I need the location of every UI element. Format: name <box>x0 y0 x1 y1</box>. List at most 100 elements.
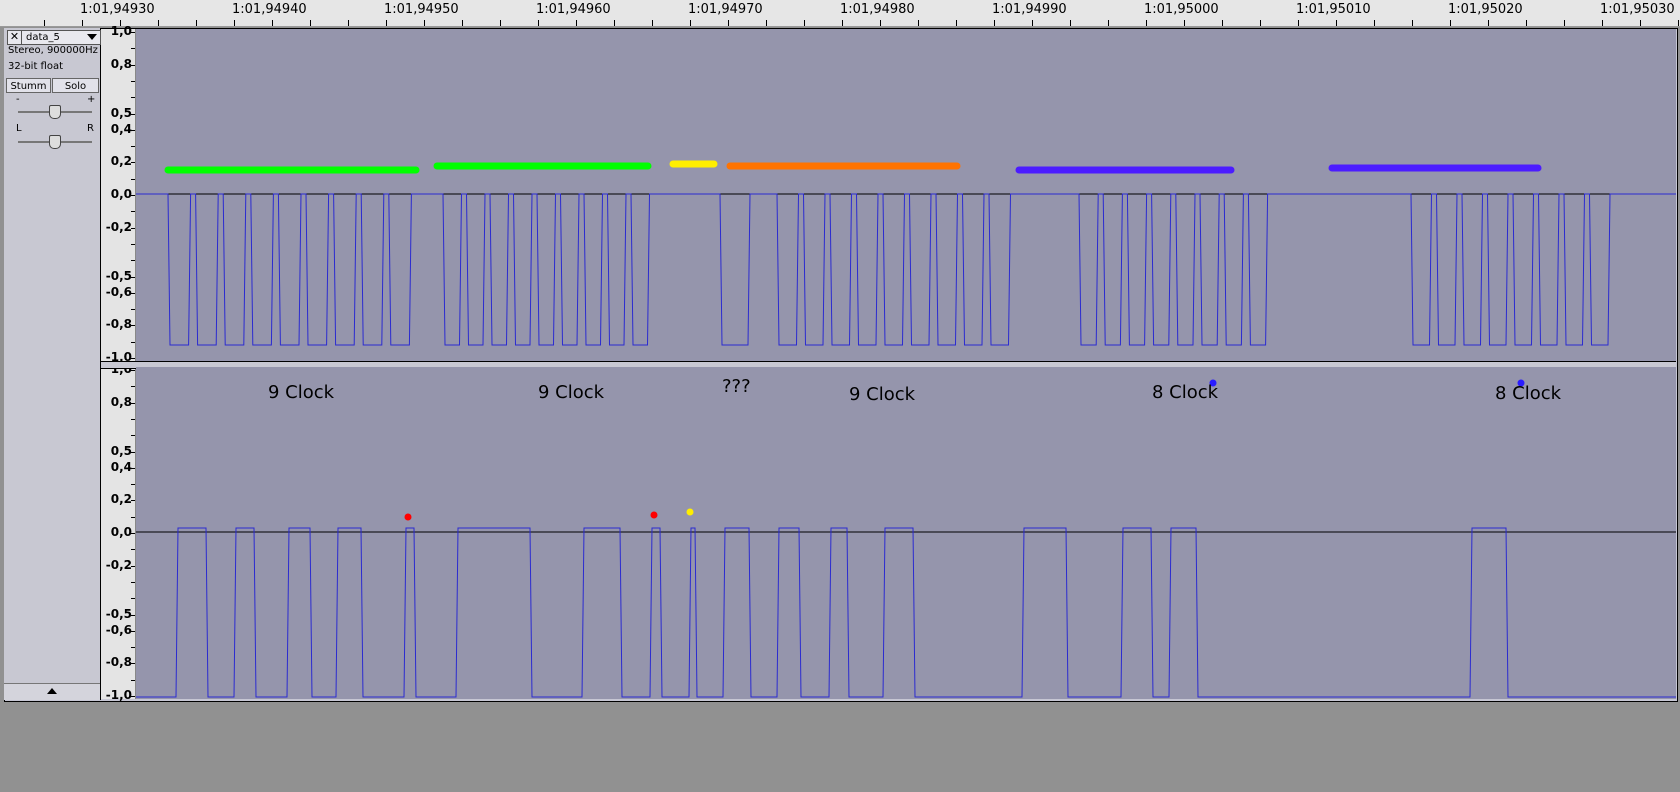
collapse-track-button[interactable] <box>4 683 100 700</box>
annotation-clock-2: 9 Clock <box>538 382 605 403</box>
ruler-tick <box>1336 20 1337 26</box>
ruler-tick <box>1108 20 1109 26</box>
amplitude-tick <box>131 211 135 213</box>
amplitude-label: -0,6 <box>105 622 132 637</box>
waveform-channel-left[interactable] <box>136 29 1676 361</box>
amplitude-label: -0,5 <box>105 268 132 283</box>
ruler-time-label: 1:01,94950 <box>384 2 459 17</box>
pan-right-label: R <box>87 123 94 134</box>
chevron-down-icon <box>87 34 97 40</box>
ruler-tick <box>1564 20 1565 26</box>
timeline-ruler[interactable]: 1:01,94930 1:01,94940 1:01,94950 1:01,94960… <box>0 0 1680 27</box>
marker-dot <box>650 511 658 519</box>
amplitude-label: 0,2 <box>110 154 132 169</box>
ruler-tick <box>196 20 197 26</box>
track-name: data_5 <box>26 32 60 43</box>
mute-button[interactable]: Stumm <box>6 78 51 93</box>
marker-dot <box>404 513 412 521</box>
amplitude-label: -0,2 <box>105 219 132 234</box>
amplitude-tick <box>131 500 135 502</box>
ruler-tick <box>652 20 653 26</box>
ruler-tick <box>1222 20 1223 26</box>
amplitude-label: -0,5 <box>105 606 132 621</box>
ruler-tick <box>1070 20 1071 26</box>
ruler-time-label: 1:01,94960 <box>536 2 611 17</box>
ruler-tick <box>348 20 349 26</box>
amplitude-tick <box>131 630 135 632</box>
ruler-tick <box>1412 20 1413 26</box>
amplitude-tick <box>131 292 135 294</box>
waveform-channel-right[interactable]: 9 Clock 9 Clock ??? 9 Clock 8 Clock 8 Cl… <box>136 367 1676 699</box>
amplitude-tick <box>131 663 135 665</box>
amplitude-tick <box>131 48 135 50</box>
amplitude-label: 0,5 <box>110 105 132 120</box>
ruler-tick <box>310 20 311 26</box>
ruler-tick <box>82 20 83 26</box>
amplitude-tick <box>131 358 135 359</box>
amplitude-tick <box>131 129 135 131</box>
amplitude-tick <box>131 467 135 469</box>
track-name-menu-button[interactable]: data_5 <box>21 30 101 45</box>
ruler-tick <box>386 20 387 26</box>
ruler-time-label: 1:01,95030 <box>1600 2 1675 17</box>
amplitude-tick <box>131 146 135 148</box>
amplitude-tick <box>131 97 135 99</box>
ruler-time-label: 1:01,94970 <box>688 2 763 17</box>
ruler-tick <box>234 20 235 26</box>
amplitude-tick <box>131 162 135 164</box>
ruler-tick <box>880 20 881 26</box>
pan-slider-thumb[interactable] <box>49 135 61 149</box>
ruler-tick <box>956 20 957 26</box>
amplitude-label: -0,8 <box>105 655 132 670</box>
pan-left-label: L <box>16 123 22 134</box>
ruler-tick <box>158 20 159 26</box>
ruler-tick <box>576 20 577 26</box>
annotation-clock-4: 8 Clock <box>1152 382 1219 403</box>
amplitude-tick <box>131 276 135 278</box>
amplitude-tick <box>131 195 135 196</box>
amplitude-label: 0,4 <box>110 121 132 136</box>
amplitude-label: 0,8 <box>110 56 132 71</box>
amplitude-tick <box>131 696 135 697</box>
amplitude-tick <box>131 451 135 453</box>
amplitude-tick <box>131 113 135 115</box>
ruler-tick <box>1032 20 1033 26</box>
amplitude-label: 0,5 <box>110 443 132 458</box>
annotation-clock-1: 9 Clock <box>268 382 335 403</box>
amplitude-label: -0,6 <box>105 284 132 299</box>
amplitude-tick <box>131 581 135 583</box>
amplitude-label: 0,2 <box>110 492 132 507</box>
track-format-info: Stereo, 900000Hz <box>8 45 98 56</box>
solo-button[interactable]: Solo <box>52 78 99 93</box>
amplitude-ruler-left-channel: 1,0 0,8 0,5 0,4 0,2 0,0 -0,2 -0,5 -0,6 -0,8 -1,0 <box>101 24 136 364</box>
amplitude-label: -1,0 <box>105 688 132 702</box>
amplitude-tick <box>131 402 135 404</box>
amplitude-tick <box>131 32 135 33</box>
ruler-tick <box>1146 20 1147 26</box>
ruler-tick <box>424 20 425 26</box>
amplitude-label: 0,0 <box>110 187 132 201</box>
amplitude-tick <box>131 647 135 649</box>
annotation-clock-5: 8 Clock <box>1495 383 1562 404</box>
amplitude-tick <box>131 418 135 420</box>
amplitude-tick <box>131 614 135 616</box>
ruler-time-label: 1:01,94990 <box>992 2 1067 17</box>
gain-slider-thumb[interactable] <box>49 105 61 119</box>
ruler-tick <box>1526 20 1527 26</box>
ruler-time-label: 1:01,95000 <box>1144 2 1219 17</box>
ruler-tick <box>690 20 691 26</box>
gain-minus-label: - <box>16 94 20 105</box>
ruler-tick <box>1260 20 1261 26</box>
waveform-right <box>136 527 1676 698</box>
ruler-tick <box>1374 20 1375 26</box>
close-track-button[interactable]: ✕ <box>7 30 22 45</box>
ruler-tick <box>918 20 919 26</box>
amplitude-tick <box>131 80 135 82</box>
amplitude-tick <box>131 565 135 567</box>
ruler-tick <box>1450 20 1451 26</box>
amplitude-label: 1,0 <box>110 24 132 38</box>
ruler-tick <box>1678 20 1679 26</box>
waveform-left <box>136 193 1676 346</box>
collapse-up-icon <box>47 688 57 694</box>
amplitude-tick <box>131 484 135 486</box>
